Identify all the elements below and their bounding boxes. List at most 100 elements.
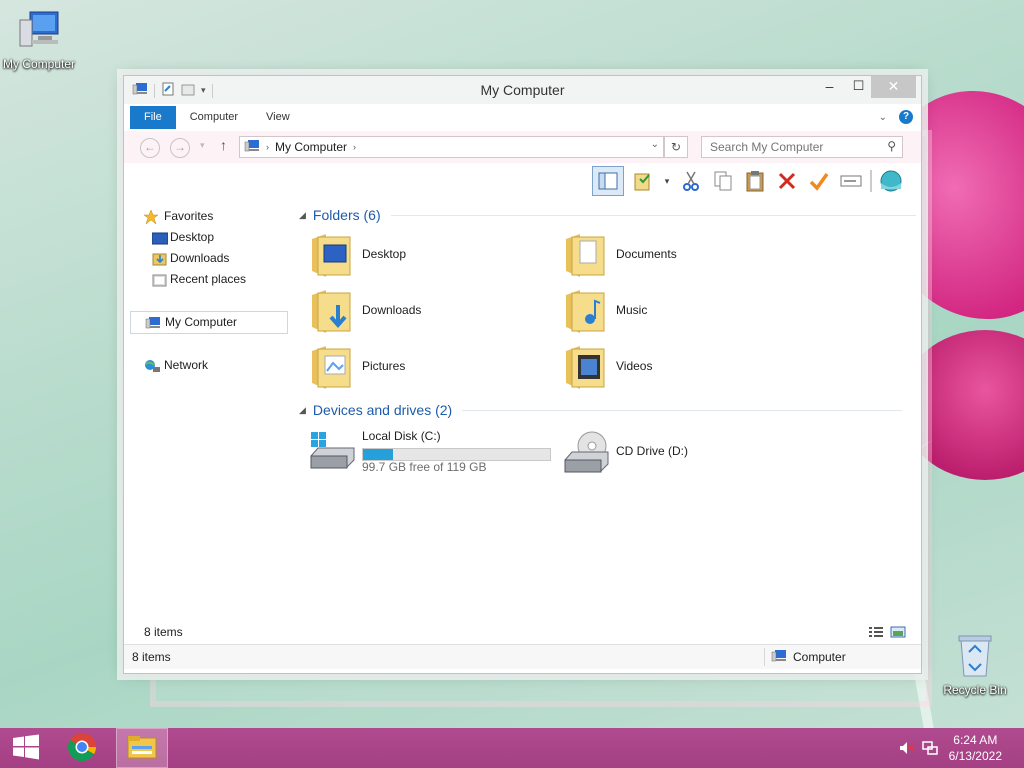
view-switcher <box>868 626 906 641</box>
computer-icon <box>244 139 260 156</box>
chevron-down-icon[interactable]: ▾ <box>662 168 672 194</box>
tab-file[interactable]: File <box>130 106 176 129</box>
ribbon-tabs: File Computer View <box>130 106 304 129</box>
clock[interactable]: 6:24 AM 6/13/2022 <box>949 732 1002 764</box>
title-bar[interactable]: ▾ My Computer – ☐ ✕ <box>124 76 921 104</box>
address-bar[interactable]: › My Computer › ⌄ <box>239 136 664 158</box>
drive-label: Local Disk (C:) <box>362 429 441 443</box>
paste-icon[interactable] <box>742 168 768 194</box>
folder-documents[interactable]: Documents <box>564 231 804 281</box>
folder-pictures[interactable]: Pictures <box>310 343 550 393</box>
globe-icon[interactable] <box>878 168 904 194</box>
expand-ribbon-icon[interactable]: ⌄ <box>879 112 887 123</box>
status-bar: 8 items Computer <box>124 644 921 669</box>
network-icon <box>144 359 160 380</box>
nav-recent-places[interactable]: Recent places <box>130 269 288 290</box>
ribbon-right: ⌄ ? <box>879 110 913 124</box>
tab-computer[interactable]: Computer <box>176 106 252 129</box>
back-button[interactable]: ← <box>140 138 160 158</box>
large-icons-view-icon[interactable] <box>890 626 906 641</box>
status-item-count: 8 items <box>132 650 171 664</box>
computer-icon <box>771 649 787 666</box>
nav-desktop[interactable]: Desktop <box>130 227 288 248</box>
chevron-right-icon[interactable]: › <box>353 142 356 152</box>
forward-button[interactable]: → <box>170 138 190 158</box>
chevron-right-icon[interactable]: › <box>266 142 269 152</box>
file-explorer-icon <box>127 734 157 763</box>
nav-my-computer[interactable]: My Computer <box>130 311 288 334</box>
folder-desktop-icon <box>310 231 352 282</box>
collapse-icon[interactable]: ◢ <box>299 210 306 221</box>
divider <box>870 170 872 192</box>
folder-label: Videos <box>616 359 653 373</box>
desktop-icon-label: My Computer <box>2 57 76 71</box>
group-header-folders[interactable]: ◢ Folders (6) <box>299 207 916 223</box>
folder-documents-icon <box>564 231 606 282</box>
drive-c[interactable]: Local Disk (C:) 99.7 GB free of 119 GB <box>310 428 560 474</box>
close-button[interactable]: ✕ <box>871 76 916 98</box>
details-view-icon[interactable] <box>868 626 884 641</box>
nav-label: Downloads <box>170 251 230 265</box>
nav-downloads[interactable]: Downloads <box>130 248 288 269</box>
folder-label: Documents <box>616 247 677 261</box>
copy-icon[interactable] <box>710 168 736 194</box>
preview-pane-button[interactable] <box>592 166 624 196</box>
refresh-button[interactable]: ↻ <box>664 136 688 158</box>
tab-view[interactable]: View <box>252 106 304 129</box>
nav-label: Desktop <box>170 230 215 244</box>
properties-icon[interactable] <box>630 168 656 194</box>
folder-music-icon <box>564 287 606 338</box>
status-location-label: Computer <box>793 650 846 664</box>
nav-favorites[interactable]: Favorites <box>130 206 288 227</box>
start-button[interactable] <box>0 728 52 768</box>
address-dropdown-icon[interactable]: ⌄ <box>651 139 659 150</box>
search-box[interactable]: ⚲ <box>701 136 903 158</box>
drive-d[interactable]: CD Drive (D:) <box>564 428 764 474</box>
cut-icon[interactable] <box>678 168 704 194</box>
network-status-icon[interactable] <box>922 740 938 759</box>
nav-network[interactable]: Network <box>130 355 288 376</box>
group-title: Devices and drives (2) <box>312 402 453 418</box>
search-icon[interactable]: ⚲ <box>887 139 896 153</box>
folder-label: Pictures <box>362 359 406 373</box>
desktop-icon-recycle-bin[interactable]: Recycle Bin <box>940 632 1010 697</box>
status-location: Computer <box>764 648 921 666</box>
clock-time: 6:24 AM <box>953 733 998 747</box>
nav-label: My Computer <box>165 315 238 329</box>
navigation-pane: Favorites Desktop Downloads Recent place… <box>130 206 288 376</box>
nav-label: Favorites <box>164 209 214 223</box>
collapse-icon[interactable]: ◢ <box>299 405 306 416</box>
folder-downloads[interactable]: Downloads <box>310 287 550 337</box>
folder-videos[interactable]: Videos <box>564 343 804 393</box>
folder-desktop[interactable]: Desktop <box>310 231 550 281</box>
explorer-window: ▾ My Computer – ☐ ✕ File Computer View ⌄… <box>123 75 922 674</box>
hard-drive-icon <box>310 432 356 475</box>
up-button[interactable]: ↑ <box>220 137 227 153</box>
address-row: ← → ▾ ↑ › My Computer › ⌄ ↻ ⚲ <box>124 131 921 163</box>
taskbar-file-explorer[interactable] <box>116 728 168 768</box>
clock-date: 6/13/2022 <box>948 749 1002 763</box>
help-icon[interactable]: ? <box>899 110 913 124</box>
cd-drive-icon <box>564 430 610 477</box>
search-input[interactable] <box>708 137 882 157</box>
folder-downloads-icon <box>310 287 352 338</box>
drive-free-space: 99.7 GB free of 119 GB <box>362 460 487 474</box>
folder-music[interactable]: Music <box>564 287 804 337</box>
windows-logo-icon <box>12 734 40 763</box>
delete-icon[interactable] <box>774 168 800 194</box>
recycle-bin-icon <box>940 632 1010 681</box>
window-title: My Computer <box>480 82 565 98</box>
desktop-icon-my-computer[interactable]: My Computer <box>0 10 78 71</box>
chrome-icon <box>67 732 97 765</box>
group-header-devices[interactable]: ◢ Devices and drives (2) <box>299 402 903 418</box>
rename-icon[interactable] <box>838 168 864 194</box>
system-tray <box>898 740 938 759</box>
breadcrumb[interactable]: My Computer <box>275 140 347 154</box>
recent-locations-icon[interactable]: ▾ <box>200 140 205 151</box>
taskbar-chrome[interactable] <box>56 728 108 768</box>
volume-muted-icon[interactable] <box>898 740 914 759</box>
checkmark-icon[interactable] <box>806 168 832 194</box>
folder-videos-icon <box>564 343 606 394</box>
item-count: 8 items <box>144 625 183 639</box>
